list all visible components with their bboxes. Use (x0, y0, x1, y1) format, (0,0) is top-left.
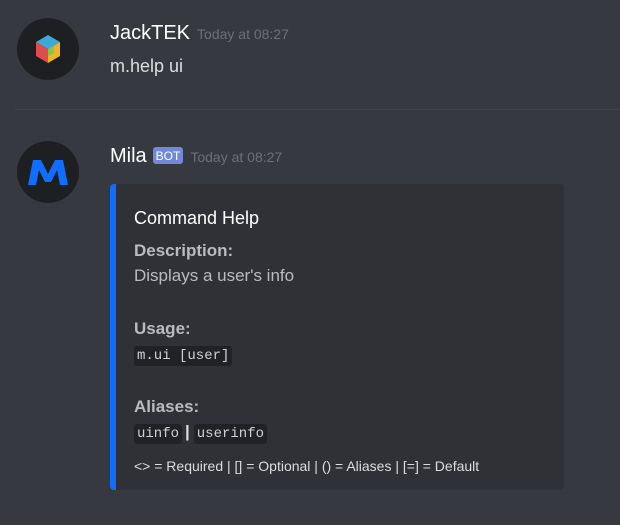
avatar-mila[interactable] (17, 141, 79, 203)
message-header: JackTEK Today at 08:27 (110, 22, 289, 45)
bot-badge: BOT (152, 147, 184, 164)
message-content: m.help ui (110, 56, 184, 76)
username[interactable]: Mila (110, 145, 147, 168)
timestamp: Today at 08:27 (197, 26, 289, 42)
field-value-usage: m.ui [user] (134, 344, 233, 366)
field-value-description: Displays a user's info (134, 266, 295, 285)
embed-title: Command Help (134, 208, 260, 228)
message-divider (15, 109, 620, 110)
help-embed: Command Help Description: Displays a use… (110, 184, 564, 490)
mila-m-logo-icon (28, 160, 68, 185)
message-header: Mila BOT Today at 08:27 (110, 145, 282, 168)
colored-cube-icon (36, 35, 60, 63)
field-name-aliases: Aliases: (134, 397, 200, 416)
code-usage: m.ui [user] (134, 346, 233, 366)
alias-separator: | (185, 422, 190, 441)
embed-footer: <> = Required | [] = Optional | () = Ali… (134, 458, 480, 474)
username[interactable]: JackTEK (110, 22, 190, 45)
field-name-description: Description: (134, 241, 234, 260)
code-alias: userinfo (193, 424, 267, 444)
chat-messages: JackTEK Today at 08:27 m.help ui Mila BO… (0, 0, 620, 525)
avatar-jacktek[interactable] (17, 18, 79, 80)
timestamp: Today at 08:27 (190, 149, 283, 165)
field-name-usage: Usage: (134, 319, 191, 338)
field-value-aliases: uinfo | userinfo (134, 422, 267, 444)
code-alias: uinfo (134, 424, 183, 444)
